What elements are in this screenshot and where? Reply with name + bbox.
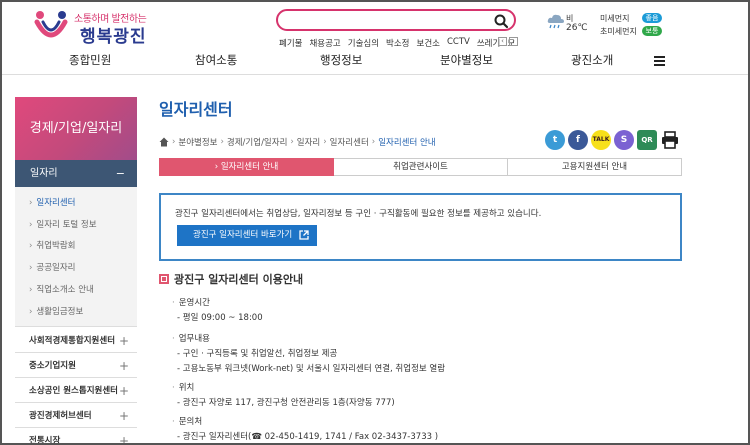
breadcrumb-item[interactable]: 일자리센터: [330, 136, 369, 148]
sidebar-submenu: › 일자리센터 › 일자리 토털 정보 › 취업박람회 › 공공일자리 › 직업소개소 안…: [15, 187, 137, 327]
breadcrumb-item[interactable]: 일자리: [297, 136, 320, 148]
sidebar-subitem[interactable]: › 일자리센터: [29, 196, 76, 208]
sidebar-title: 경제/기업/일자리: [15, 97, 137, 160]
page-title: 일자리센터: [159, 100, 233, 119]
menu-icon[interactable]: [654, 56, 665, 66]
expand-icon[interactable]: +: [119, 354, 129, 378]
keyword-link[interactable]: 박소정: [386, 37, 409, 49]
twitter-share-icon[interactable]: t: [545, 130, 565, 150]
expand-icon[interactable]: +: [119, 429, 129, 445]
fine-dust-label: 미세먼지: [600, 14, 630, 23]
search-box: [276, 9, 516, 31]
info-line: - 고용노동부 워크넷(Work-net) 및 서울시 일자리센터 연결, 취업…: [177, 364, 446, 374]
keyword-link[interactable]: 쓰레기: [477, 37, 500, 49]
gnb-item[interactable]: 참여소통: [195, 52, 237, 68]
section-bullet-icon: [159, 274, 169, 284]
keyword-link[interactable]: 채용공고: [309, 37, 340, 49]
tab-employment-support[interactable]: 고용지원센터 안내: [508, 158, 682, 176]
search-input[interactable]: [288, 13, 488, 27]
facebook-share-icon[interactable]: f: [568, 130, 588, 150]
sidebar-subitem[interactable]: › 직업소개소 안내: [29, 283, 94, 295]
sidebar-subitem[interactable]: › 생활임금정보: [29, 305, 83, 317]
content-tabs: › 일자리센터 안내 취업관련사이트 고용지원센터 안내: [159, 158, 682, 176]
logo-name: 행복광진: [80, 27, 147, 47]
info-line: - 구인 · 구직등록 및 취업알선, 취업정보 제공: [177, 349, 338, 359]
gnb-item[interactable]: 광진소개: [571, 52, 613, 68]
breadcrumb-item[interactable]: 분야별정보: [178, 136, 217, 148]
info-line: - 광진구 자양로 117, 광진구청 안전관리동 1층(자양동 777): [177, 398, 395, 408]
info-heading: · 위치: [172, 383, 195, 393]
breadcrumb: › 분야별정보 › 경제/기업/일자리 › 일자리 › 일자리센터 › 일자리센터 안내: [159, 136, 436, 148]
home-icon[interactable]: [159, 137, 169, 147]
kakaostory-share-icon[interactable]: S: [614, 130, 634, 150]
keyword-link[interactable]: CCTV: [447, 37, 470, 49]
collapse-icon[interactable]: −: [116, 160, 125, 187]
kakaotalk-share-icon[interactable]: TALK: [591, 130, 611, 150]
sidebar-menu-item[interactable]: 소상공인 원스톱지원센터 +: [15, 379, 137, 403]
info-heading: · 운영시간: [172, 298, 210, 308]
print-icon[interactable]: [661, 131, 679, 149]
expand-icon[interactable]: +: [119, 404, 129, 428]
breadcrumb-current: 일자리센터 안내: [378, 138, 436, 148]
sidebar-menu-item[interactable]: 중소기업지원 +: [15, 354, 137, 378]
sidebar-subitem[interactable]: › 공공일자리: [29, 261, 76, 273]
sidebar-subitem[interactable]: › 일자리 토털 정보: [29, 218, 97, 230]
search-icon[interactable]: [493, 13, 509, 29]
intro-box: 광진구 일자리센터에서는 취업상담, 일자리정보 등 구인 · 구직활동에 필요…: [159, 193, 682, 261]
gnb-item[interactable]: 분야별정보: [440, 52, 493, 68]
sidebar-menu-item[interactable]: 사회적경제통합지원센터 +: [15, 329, 137, 353]
breadcrumb-item[interactable]: 경제/기업/일자리: [227, 136, 287, 148]
ultra-fine-dust-badge: 보통: [642, 26, 662, 36]
keyword-link[interactable]: 기술심의: [348, 37, 379, 49]
tab-job-sites[interactable]: 취업관련사이트: [334, 158, 508, 176]
keyword-link[interactable]: 폐기물: [279, 37, 302, 49]
popular-keywords: 폐기물 채용공고 기술심의 박소정 보건소 CCTV 쓰레기 모: [279, 37, 515, 49]
expand-icon[interactable]: +: [119, 329, 129, 353]
keyword-next-button[interactable]: ›: [509, 37, 518, 46]
ultra-fine-dust-label: 초미세먼지: [600, 27, 637, 36]
intro-text: 광진구 일자리센터에서는 취업상담, 일자리정보 등 구인 · 구직활동에 필요…: [175, 209, 542, 219]
gnb-item[interactable]: 행정정보: [320, 52, 362, 68]
sidebar-category-label: 일자리: [30, 168, 58, 179]
weather-widget: 비 26℃ 미세먼지 좋음 초미세먼지 보통: [546, 12, 696, 42]
keyword-link[interactable]: 보건소: [417, 37, 440, 49]
keyword-prev-button[interactable]: ‹: [498, 37, 507, 46]
rain-cloud-icon: [547, 14, 564, 29]
info-heading: · 문의처: [172, 417, 203, 427]
site-logo[interactable]: 소통하며 발전하는 행복광진: [34, 8, 164, 47]
sidebar-menu-item[interactable]: 광진경제허브센터 +: [15, 404, 137, 428]
expand-icon[interactable]: +: [119, 379, 129, 403]
gnb-item[interactable]: 종합민원: [69, 52, 111, 68]
job-center-link-button[interactable]: 광진구 일자리센터 바로가기: [177, 225, 317, 246]
section-title: 광진구 일자리센터 이용안내: [159, 271, 303, 287]
info-line: - 평일 09:00 ~ 18:00: [177, 313, 263, 323]
info-heading: · 업무내용: [172, 334, 210, 344]
qr-code-icon[interactable]: QR: [637, 130, 657, 150]
info-line: - 광진구 일자리센터(☎ 02-450-1419, 1741 / Fax 02…: [177, 432, 439, 442]
sidebar-subitem[interactable]: › 취업박람회: [29, 239, 76, 251]
weather-temperature: 26℃: [566, 23, 588, 33]
logo-mark-icon: [34, 11, 68, 38]
external-link-icon: [299, 230, 309, 240]
sidebar-category[interactable]: 일자리 −: [15, 160, 137, 187]
fine-dust-badge: 좋음: [642, 13, 662, 23]
tab-job-center-info[interactable]: › 일자리센터 안내: [159, 158, 334, 176]
sidebar-menu-item[interactable]: 전통시장 +: [15, 429, 137, 445]
main-navigation: 종합민원 참여소통 행정정보 분야별정보 광진소개: [0, 52, 750, 72]
